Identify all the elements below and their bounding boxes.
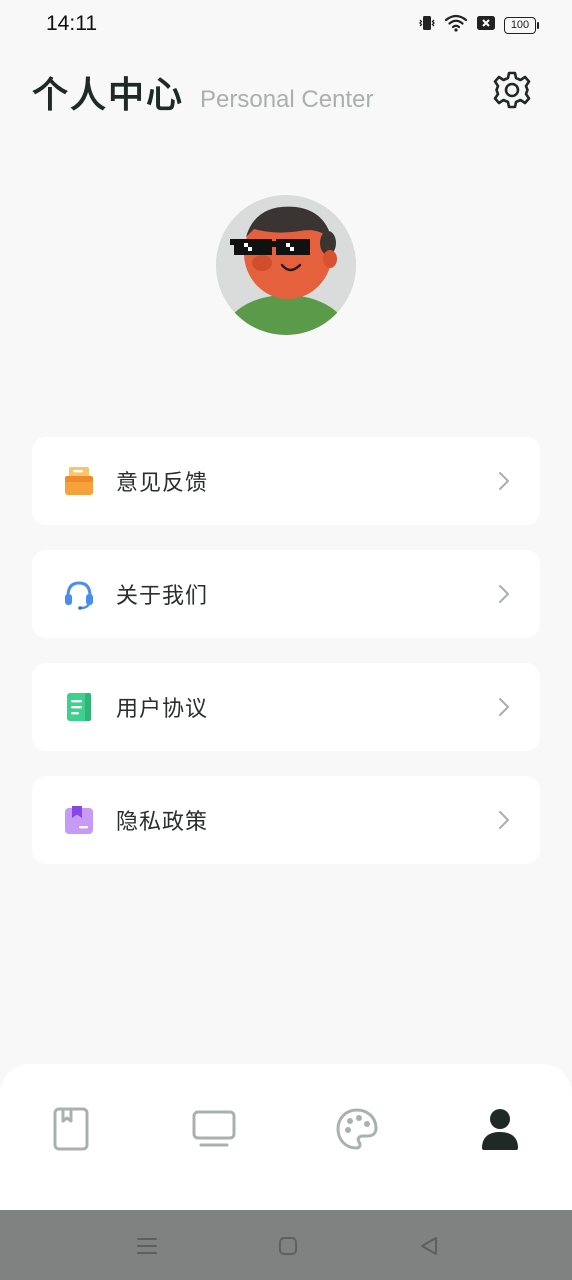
chevron-right-icon (499, 585, 509, 603)
book-icon (53, 1107, 89, 1151)
recent-apps-button[interactable] (133, 1232, 161, 1260)
page-title: 个人中心 (32, 75, 185, 116)
page-subtitle: Personal Center (200, 86, 374, 113)
avatar-cartoon-sunglasses (216, 195, 356, 335)
menu-list: 意见反馈 关于我们 用户协议 隐私政策 (32, 437, 540, 889)
battery-icon: 100 (504, 16, 539, 34)
person-icon (482, 1109, 518, 1150)
gear-icon (493, 71, 531, 109)
system-nav-bar (0, 1210, 572, 1280)
menu-item-label: 关于我们 (116, 584, 209, 609)
back-nav-icon (421, 1237, 437, 1255)
page-header: 个人中心 Personal Center (32, 66, 373, 118)
menu-item-label: 意见反馈 (116, 471, 209, 496)
headset-icon (62, 577, 96, 611)
tv-icon (192, 1110, 236, 1147)
menu-item-label: 用户协议 (116, 697, 209, 722)
tab-tv[interactable] (189, 1104, 239, 1154)
chevron-right-icon (499, 698, 509, 716)
privacy-bookmark-icon (62, 803, 96, 837)
vibrate-icon (418, 14, 436, 36)
settings-button[interactable] (490, 68, 534, 112)
menu-item-about-us[interactable]: 关于我们 (32, 550, 540, 638)
back-button[interactable] (415, 1232, 443, 1260)
agreement-doc-icon (62, 690, 96, 724)
palette-icon (336, 1108, 378, 1150)
status-icons: 100 (418, 14, 539, 36)
home-nav-icon (279, 1237, 297, 1255)
chevron-right-icon (499, 472, 509, 490)
sim-off-icon (476, 14, 496, 36)
status-bar: 14:11 100 (0, 0, 572, 50)
menu-item-feedback[interactable]: 意见反馈 (32, 437, 540, 525)
menu-nav-icon (137, 1238, 157, 1254)
home-button[interactable] (274, 1232, 302, 1260)
avatar[interactable] (216, 195, 356, 335)
feedback-inbox-icon (62, 464, 96, 498)
bottom-tab-bar (0, 1064, 572, 1210)
tab-palette[interactable] (332, 1104, 382, 1154)
menu-item-privacy-policy[interactable]: 隐私政策 (32, 776, 540, 864)
wifi-icon (444, 14, 468, 36)
menu-item-label: 隐私政策 (116, 810, 209, 835)
chevron-right-icon (499, 811, 509, 829)
tab-profile[interactable] (475, 1104, 525, 1154)
status-time: 14:11 (46, 12, 97, 35)
menu-item-user-agreement[interactable]: 用户协议 (32, 663, 540, 751)
tab-book[interactable] (46, 1104, 96, 1154)
